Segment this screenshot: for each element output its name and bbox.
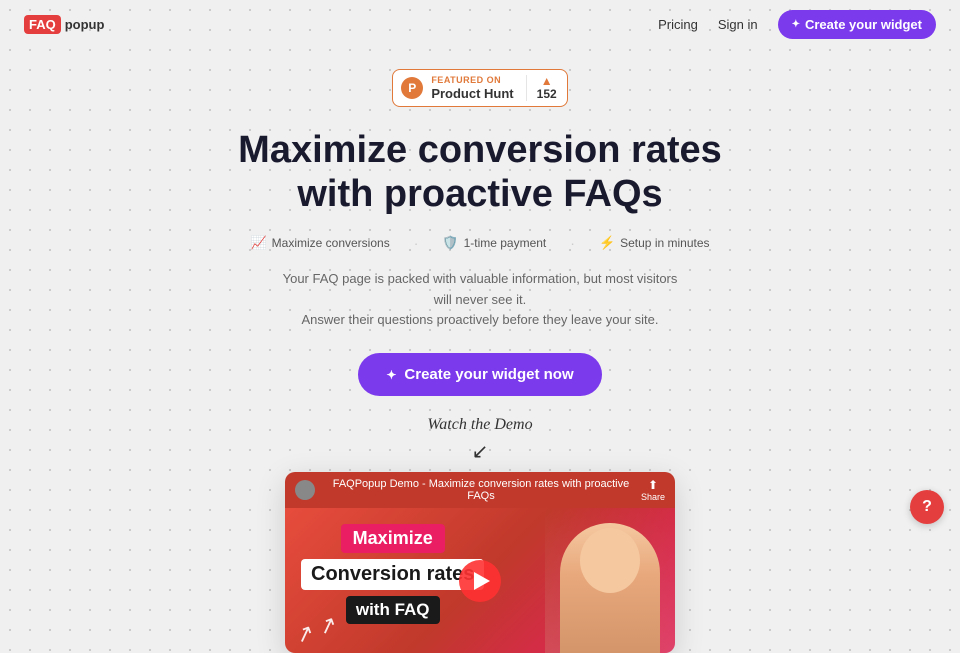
hero-cta-button[interactable]: Create your widget now xyxy=(358,353,601,396)
play-button[interactable] xyxy=(459,560,501,602)
hero-section: P FEATURED ON Product Hunt ▲ 152 Maximiz… xyxy=(0,49,960,653)
feature-payment: 🛡️ 1-time payment xyxy=(442,235,546,251)
hero-sub-line1: Your FAQ page is packed with valuable in… xyxy=(283,271,678,307)
product-hunt-text: FEATURED ON Product Hunt xyxy=(431,75,513,101)
separator-2: · xyxy=(570,235,575,251)
ph-count-number: 152 xyxy=(537,87,557,101)
hero-sub-line2: Answer their questions proactively befor… xyxy=(302,312,659,327)
hero-title-line2: with proactive FAQs xyxy=(297,173,662,215)
hero-title: Maximize conversion rates with proactive… xyxy=(220,129,740,216)
logo-popup: popup xyxy=(65,17,105,32)
product-hunt-badge[interactable]: P FEATURED ON Product Hunt ▲ 152 xyxy=(392,69,567,107)
conversions-icon: 📈 xyxy=(250,235,266,251)
video-person xyxy=(545,508,675,653)
pricing-link[interactable]: Pricing xyxy=(658,17,698,32)
share-icon: ⬆ xyxy=(648,478,658,492)
ph-name: Product Hunt xyxy=(431,86,513,102)
video-text-overlay: Maximize Conversion rates with FAQ xyxy=(301,524,484,624)
navbar: FAQ popup Pricing Sign in Create your wi… xyxy=(0,0,960,49)
hero-title-line1: Maximize conversion rates xyxy=(238,129,722,171)
video-arrows-decoration: ↗ ↗ xyxy=(292,611,341,650)
logo-faq: FAQ xyxy=(24,15,61,34)
person-face xyxy=(580,528,640,593)
video-avatar xyxy=(295,480,315,500)
video-share-btn[interactable]: ⬆ Share xyxy=(641,478,665,502)
watch-demo-label: Watch the Demo ↙ xyxy=(20,416,940,464)
demo-arrow-icon: ↙ xyxy=(20,439,940,464)
video-body: Maximize Conversion rates with FAQ ↗ ↗ xyxy=(285,508,675,653)
separator-1: · xyxy=(414,235,419,251)
demo-video[interactable]: FAQPopup Demo - Maximize conversion rate… xyxy=(285,472,675,653)
feature-setup: ⚡ Setup in minutes xyxy=(599,235,710,251)
payment-icon: 🛡️ xyxy=(442,235,458,251)
feature-conversions-label: Maximize conversions xyxy=(272,236,390,250)
help-button[interactable]: ? xyxy=(910,490,944,524)
ph-arrow-icon: ▲ xyxy=(541,75,553,87)
feature-payment-label: 1-time payment xyxy=(464,236,547,250)
ph-count-block: ▲ 152 xyxy=(526,75,557,101)
feature-conversions: 📈 Maximize conversions xyxy=(250,235,389,251)
video-header: FAQPopup Demo - Maximize conversion rate… xyxy=(285,472,675,508)
play-icon xyxy=(474,572,490,590)
nav-cta-button[interactable]: Create your widget xyxy=(778,10,936,39)
logo: FAQ popup xyxy=(24,15,104,34)
video-text-conversion: Conversion rates xyxy=(301,559,484,590)
ph-featured-label: FEATURED ON xyxy=(431,75,501,86)
hero-subtext: Your FAQ page is packed with valuable in… xyxy=(280,269,680,331)
product-hunt-logo: P xyxy=(401,77,423,99)
signin-link[interactable]: Sign in xyxy=(718,17,758,32)
video-text-maximize: Maximize xyxy=(341,524,445,553)
video-title-text: FAQPopup Demo - Maximize conversion rate… xyxy=(321,478,641,502)
person-body xyxy=(560,523,660,653)
feature-setup-label: Setup in minutes xyxy=(620,236,709,250)
video-header-left: FAQPopup Demo - Maximize conversion rate… xyxy=(295,478,641,502)
features-row: 📈 Maximize conversions · 🛡️ 1-time payme… xyxy=(20,235,940,251)
video-text-withfaq: with FAQ xyxy=(346,596,440,624)
setup-icon: ⚡ xyxy=(599,235,615,251)
share-label: Share xyxy=(641,492,665,502)
nav-links: Pricing Sign in Create your widget xyxy=(658,10,936,39)
